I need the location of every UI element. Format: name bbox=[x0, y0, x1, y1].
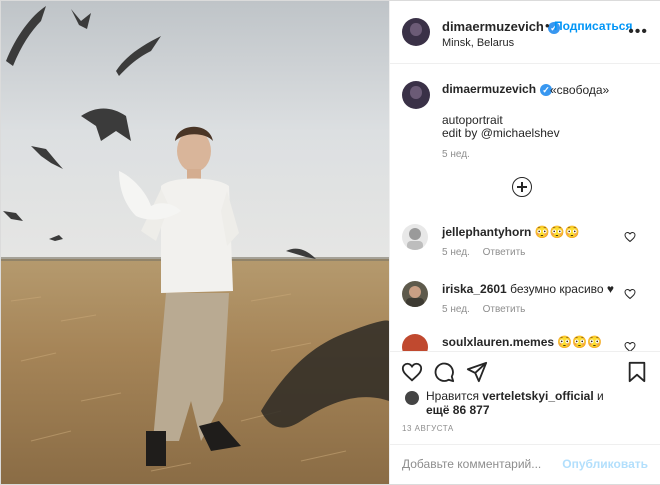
follow-button[interactable]: Подписаться bbox=[554, 19, 632, 33]
post-username[interactable]: dimaermuzevich ✓ bbox=[442, 19, 560, 34]
comment-meta: 5 нед. Ответить bbox=[442, 247, 535, 258]
comment-username[interactable]: iriska_2601 безумно красиво ♥ bbox=[442, 282, 614, 296]
comment-meta: 5 нед. Ответить bbox=[442, 304, 535, 315]
comment-text: 😳😳😳 bbox=[557, 335, 603, 349]
plus-circle-icon[interactable] bbox=[512, 177, 532, 197]
add-comment-bar: Добавьте комментарий... Опубликовать bbox=[390, 444, 660, 483]
post-side-panel: dimaermuzevich ✓ • Подписаться Minsk, Bel… bbox=[389, 1, 660, 484]
caption-line: autoportrait bbox=[442, 113, 503, 127]
post-location[interactable]: Minsk, Belarus bbox=[442, 37, 514, 49]
likes-conjunction: и bbox=[597, 389, 604, 403]
comment-username-text[interactable]: jellephantyhorn bbox=[442, 225, 531, 239]
comment-username-text[interactable]: iriska_2601 bbox=[442, 282, 507, 296]
heart-icon[interactable] bbox=[624, 231, 636, 243]
comment-text: 😳😳😳 bbox=[534, 225, 580, 239]
comment-item: soulxlauren.memes 😳😳😳 bbox=[390, 334, 660, 351]
avatar[interactable] bbox=[402, 18, 430, 46]
comment-username[interactable]: jellephantyhorn 😳😳😳 bbox=[442, 225, 580, 239]
post-frame: dimaermuzevich ✓ • Подписаться Minsk, Bel… bbox=[0, 0, 660, 485]
avatar[interactable] bbox=[405, 391, 419, 405]
likes-prefix: Нравится bbox=[426, 389, 479, 403]
caption-time[interactable]: 5 нед. bbox=[442, 149, 470, 160]
likes-count[interactable]: ещё 86 877 bbox=[426, 403, 490, 417]
comment-icon[interactable] bbox=[433, 361, 455, 383]
publish-button[interactable]: Опубликовать bbox=[562, 457, 648, 471]
post-date[interactable]: 13 АВГУСТА bbox=[402, 424, 454, 433]
caption-avatar[interactable] bbox=[402, 81, 430, 109]
comment-time[interactable]: 5 нед. bbox=[442, 247, 470, 258]
reply-button[interactable]: Ответить bbox=[483, 247, 526, 258]
likes-summary[interactable]: Нравится verteletskyi_official и ещё 86 … bbox=[426, 389, 646, 417]
comment-text: безумно красиво ♥ bbox=[510, 282, 615, 296]
post-header: dimaermuzevich ✓ • Подписаться Minsk, Bel… bbox=[390, 1, 660, 64]
avatar[interactable] bbox=[402, 334, 428, 351]
share-icon[interactable] bbox=[466, 361, 488, 383]
heart-icon[interactable] bbox=[624, 341, 636, 351]
caption-username[interactable]: dimaermuzevich ✓ bbox=[442, 82, 553, 96]
comment-username[interactable]: soulxlauren.memes 😳😳😳 bbox=[442, 335, 602, 349]
likes-username[interactable]: verteletskyi_official bbox=[482, 389, 593, 403]
caption-username-text[interactable]: dimaermuzevich bbox=[442, 82, 536, 96]
post-actions: Нравится verteletskyi_official и ещё 86 … bbox=[390, 351, 660, 482]
comment-item: jellephantyhorn 😳😳😳 5 нед. Ответить bbox=[390, 224, 660, 280]
comment-username-text[interactable]: soulxlauren.memes bbox=[442, 335, 554, 349]
more-icon[interactable]: ••• bbox=[628, 23, 648, 41]
avatar[interactable] bbox=[402, 281, 428, 307]
separator-dot: • bbox=[545, 18, 550, 33]
comment-input[interactable]: Добавьте комментарий... bbox=[402, 457, 541, 471]
post-username-text[interactable]: dimaermuzevich bbox=[442, 19, 544, 34]
bookmark-icon[interactable] bbox=[626, 361, 648, 383]
reply-button[interactable]: Ответить bbox=[483, 304, 526, 315]
post-photo[interactable] bbox=[1, 1, 389, 484]
heart-icon[interactable] bbox=[401, 361, 423, 383]
comment-time[interactable]: 5 нед. bbox=[442, 304, 470, 315]
caption-title: «свобода» bbox=[550, 83, 610, 97]
photo-illustration bbox=[1, 1, 389, 484]
comment-item: iriska_2601 безумно красиво ♥ 5 нед. Отв… bbox=[390, 281, 660, 337]
avatar[interactable] bbox=[402, 224, 428, 250]
heart-icon[interactable] bbox=[624, 288, 636, 300]
caption-line: edit by @michaelshev bbox=[442, 126, 560, 140]
